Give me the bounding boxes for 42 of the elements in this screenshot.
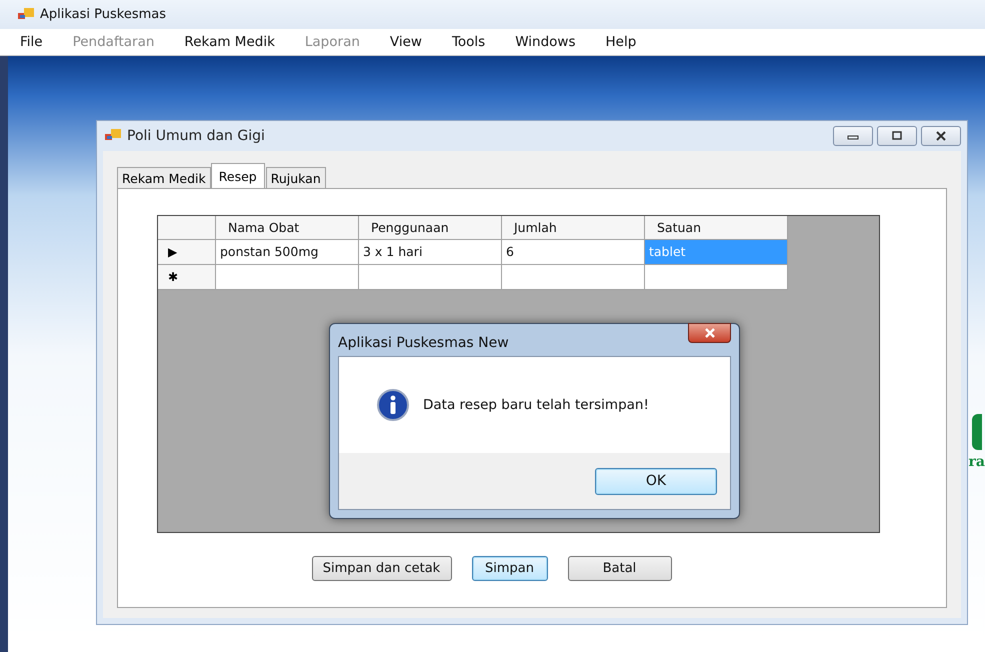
action-button[interactable]: Batal	[568, 556, 672, 581]
menu-item[interactable]: Tools	[452, 34, 486, 50]
ok-button[interactable]: OK	[595, 468, 717, 494]
window-title: Aplikasi Puskesmas	[40, 7, 166, 22]
table-cell[interactable]	[502, 265, 645, 290]
window-title: Poli Umum dan Gigi	[127, 128, 265, 144]
close-button[interactable]	[921, 126, 961, 146]
minimize-button[interactable]	[833, 126, 873, 146]
dialog-message: Data resep baru telah tersimpan!	[423, 397, 649, 413]
app-icon	[18, 8, 34, 22]
maximize-icon	[891, 131, 903, 141]
row-header[interactable]: ▶	[158, 240, 216, 265]
action-button[interactable]: Simpan	[472, 556, 548, 581]
close-icon	[704, 328, 716, 338]
table-cell[interactable]	[216, 265, 359, 290]
column-header[interactable]: Penggunaan	[359, 216, 502, 240]
menu-item[interactable]: File	[20, 34, 43, 50]
tab[interactable]: Rujukan	[266, 167, 326, 188]
app-icon	[105, 129, 121, 143]
table-cell[interactable]	[359, 265, 502, 290]
logo-fragment	[972, 414, 982, 450]
close-button[interactable]	[688, 323, 731, 343]
table-cell[interactable]	[645, 265, 788, 290]
close-icon	[935, 131, 947, 141]
menu-item[interactable]: Help	[605, 34, 636, 50]
row-header[interactable]: ✱	[158, 265, 216, 290]
table-cell[interactable]: 6	[502, 240, 645, 265]
table-cell[interactable]: ponstan 500mg	[216, 240, 359, 265]
table-cell[interactable]: 3 x 1 hari	[359, 240, 502, 265]
info-icon	[377, 389, 409, 421]
action-button[interactable]: Simpan dan cetak	[312, 556, 452, 581]
column-header[interactable]: Satuan	[645, 216, 788, 240]
column-header[interactable]: Jumlah	[502, 216, 645, 240]
background-text: ra	[968, 454, 985, 470]
menu-item[interactable]: View	[390, 34, 422, 50]
menu-item[interactable]: Rekam Medik	[184, 34, 275, 50]
tab[interactable]: Resep	[210, 163, 265, 188]
menu-item[interactable]: Windows	[515, 34, 576, 50]
column-header[interactable]: Nama Obat	[216, 216, 359, 240]
tab[interactable]: Rekam Medik	[117, 167, 211, 188]
maximize-button[interactable]	[877, 126, 917, 146]
dialog-title: Aplikasi Puskesmas New	[338, 334, 509, 351]
